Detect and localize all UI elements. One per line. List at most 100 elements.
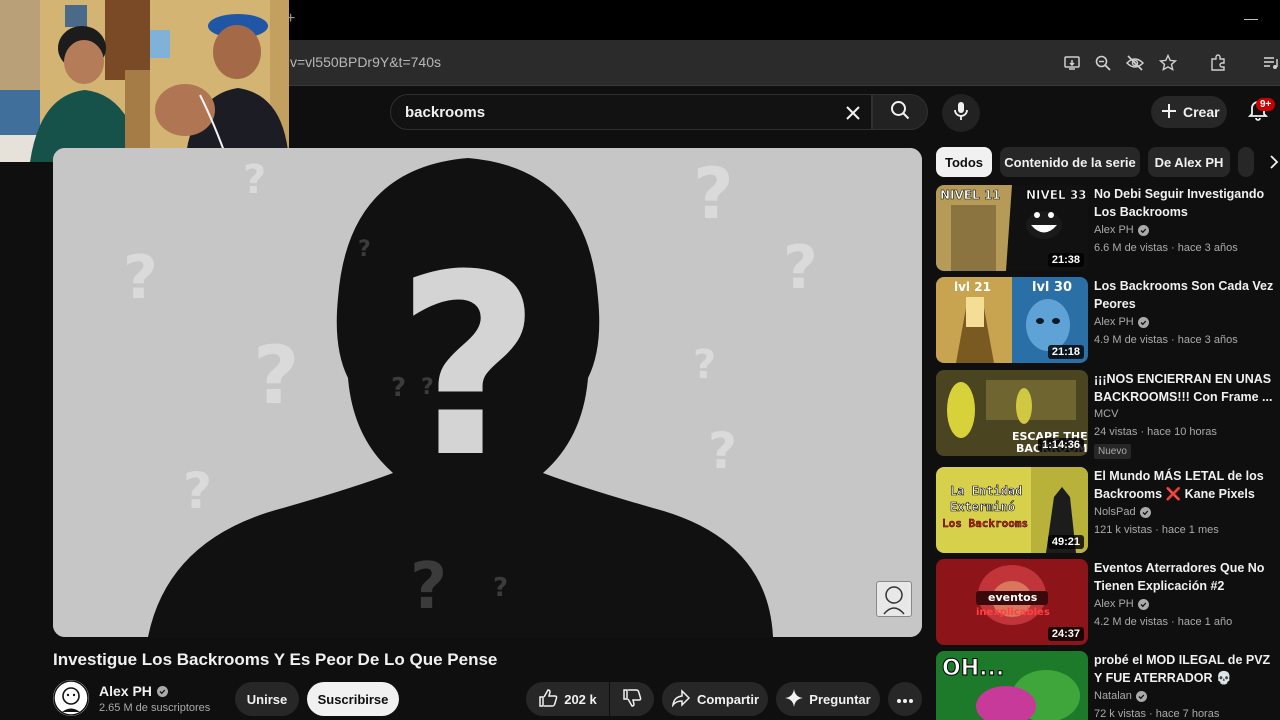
thumb-text: OH... bbox=[942, 656, 1004, 681]
clear-search-icon[interactable] bbox=[841, 101, 865, 125]
thumb-text: eventos bbox=[988, 591, 1038, 604]
video-thumbnail[interactable]: lvl 21 lvl 30 21:18 bbox=[936, 277, 1088, 363]
recommended-video[interactable]: NIVEL 11 NIVEL 33 21:38 No Debi Seguir I… bbox=[936, 185, 1276, 271]
create-button[interactable]: Crear bbox=[1151, 96, 1227, 128]
url-text[interactable]: v=vl550BPDr9Y&t=740s bbox=[290, 54, 441, 70]
subscriber-count: 2.65 M de suscriptores bbox=[99, 702, 211, 714]
video-thumbnail[interactable]: ESCAPE THE BACKROOMS 1:14:36 bbox=[936, 370, 1088, 456]
svg-text:?: ? bbox=[493, 573, 508, 603]
svg-text:?: ? bbox=[693, 153, 734, 235]
recommended-channel[interactable]: MCV bbox=[1094, 408, 1118, 420]
bookmark-star-icon[interactable] bbox=[1157, 52, 1179, 74]
more-horizontal-icon bbox=[896, 692, 914, 707]
recommended-channel[interactable]: NolsPad bbox=[1094, 506, 1151, 518]
recommended-meta: 6.6 M de vistas · hace 3 años bbox=[1094, 242, 1238, 254]
search-button[interactable] bbox=[872, 94, 928, 130]
recommended-title[interactable]: probé el MOD ILEGAL de PVZ Y FUE ATERRAD… bbox=[1094, 651, 1274, 687]
svg-text:?: ? bbox=[396, 221, 541, 512]
verified-check-icon bbox=[1137, 224, 1149, 236]
minimize-button[interactable]: — bbox=[1244, 10, 1258, 26]
thumbs-down-icon bbox=[622, 688, 642, 711]
recommended-channel[interactable]: Alex PH bbox=[1094, 598, 1149, 610]
eye-off-icon[interactable] bbox=[1124, 52, 1146, 74]
svg-text:?: ? bbox=[358, 237, 371, 262]
plus-icon bbox=[1161, 103, 1177, 122]
microphone-icon bbox=[953, 101, 969, 126]
install-app-icon[interactable] bbox=[1061, 52, 1083, 74]
channel-name[interactable]: Alex PH bbox=[99, 683, 168, 699]
video-thumbnail[interactable]: NIVEL 11 NIVEL 33 21:38 bbox=[936, 185, 1088, 271]
verified-check-icon bbox=[1137, 316, 1149, 328]
thumb-text: La Entidad bbox=[950, 484, 1022, 498]
webcam-overlay bbox=[0, 0, 289, 162]
recommended-meta: 121 k vistas · hace 1 mes bbox=[1094, 524, 1219, 536]
search-query-text[interactable]: backrooms bbox=[405, 104, 485, 121]
recommended-title[interactable]: Eventos Aterradores Que No Tienen Explic… bbox=[1094, 559, 1274, 595]
video-player[interactable]: ? ? ? ? ? ? ? ? ? ? ? ? ? ? bbox=[53, 148, 922, 637]
thumb-text: Los Backrooms bbox=[942, 517, 1028, 530]
recommended-channel[interactable]: Natalan bbox=[1094, 690, 1147, 702]
thumb-text: Exterminó bbox=[950, 500, 1015, 514]
media-queue-icon[interactable] bbox=[1260, 52, 1280, 74]
search-icon bbox=[890, 100, 910, 125]
chevron-right-icon[interactable] bbox=[1264, 152, 1280, 172]
channel-name-text[interactable]: Alex PH bbox=[99, 683, 152, 699]
recommended-title[interactable]: El Mundo MÁS LETAL de los Backrooms ❌ Ka… bbox=[1094, 467, 1274, 503]
chip-all[interactable]: Todos bbox=[936, 147, 992, 177]
recommended-title[interactable]: No Debi Seguir Investigando Los Backroom… bbox=[1094, 185, 1274, 221]
recommended-channel-name[interactable]: Alex PH bbox=[1094, 224, 1134, 236]
recommended-title[interactable]: Los Backrooms Son Cada Vez Peores bbox=[1094, 277, 1274, 313]
svg-text:?: ? bbox=[708, 422, 737, 480]
zoom-icon[interactable] bbox=[1092, 52, 1114, 74]
recommended-meta: 4.9 M de vistas · hace 3 años bbox=[1094, 334, 1238, 346]
svg-text:?: ? bbox=[693, 342, 716, 388]
recommended-channel-name[interactable]: Natalan bbox=[1094, 690, 1132, 702]
thumb-text: lvl 30 bbox=[1032, 280, 1072, 295]
recommended-channel[interactable]: Alex PH bbox=[1094, 224, 1149, 236]
notification-count-badge: 9+ bbox=[1256, 98, 1276, 111]
share-button[interactable]: Compartir bbox=[662, 682, 768, 716]
channel-watermark-logo bbox=[876, 581, 912, 617]
dislike-button[interactable] bbox=[610, 682, 654, 716]
recommended-channel-name[interactable]: NolsPad bbox=[1094, 506, 1136, 518]
subscribe-button[interactable]: Suscribirse bbox=[307, 682, 399, 716]
search-input[interactable]: backrooms bbox=[390, 94, 872, 130]
recommended-channel-name[interactable]: Alex PH bbox=[1094, 316, 1134, 328]
chip-series-content[interactable]: Contenido de la serie bbox=[1000, 147, 1140, 177]
like-count: 202 k bbox=[564, 691, 597, 707]
recommended-channel-name[interactable]: MCV bbox=[1094, 408, 1118, 420]
video-thumbnail[interactable]: eventos inexplicables 24:37 bbox=[936, 559, 1088, 645]
ask-button[interactable]: Preguntar bbox=[776, 682, 880, 716]
more-actions-button[interactable] bbox=[888, 682, 922, 716]
create-label: Crear bbox=[1183, 104, 1220, 120]
recommended-meta: 4.2 M de vistas · hace 1 año bbox=[1094, 616, 1233, 628]
svg-text:?: ? bbox=[783, 233, 818, 303]
chip-partial[interactable] bbox=[1238, 147, 1254, 177]
webcam-scene-image bbox=[0, 0, 289, 162]
chip-from-channel[interactable]: De Alex PH bbox=[1148, 147, 1230, 177]
video-frame-silhouette: ? ? ? ? ? ? ? ? ? ? ? ? ? ? bbox=[53, 148, 922, 637]
extensions-icon[interactable] bbox=[1207, 52, 1229, 74]
video-thumbnail[interactable]: La Entidad Exterminó Los Backrooms 49:21 bbox=[936, 467, 1088, 553]
verified-check-icon bbox=[1135, 690, 1147, 702]
recommended-video[interactable]: eventos inexplicables 24:37 Eventos Ater… bbox=[936, 559, 1276, 645]
video-duration: 21:18 bbox=[1047, 345, 1084, 359]
svg-text:?: ? bbox=[243, 157, 266, 203]
channel-avatar[interactable] bbox=[53, 680, 89, 716]
video-thumbnail[interactable]: OH... bbox=[936, 651, 1088, 720]
recommended-title[interactable]: ¡¡¡NOS ENCIERRAN EN UNAS BACKROOMS!!! Co… bbox=[1094, 370, 1274, 406]
voice-search-button[interactable] bbox=[942, 94, 980, 132]
recommended-channel[interactable]: Alex PH bbox=[1094, 316, 1149, 328]
thumbs-up-icon bbox=[538, 688, 558, 711]
recommended-video[interactable]: OH... probé el MOD ILEGAL de PVZ Y FUE A… bbox=[936, 651, 1276, 720]
video-duration: 24:37 bbox=[1047, 627, 1084, 641]
join-button[interactable]: Unirse bbox=[235, 682, 299, 716]
like-button[interactable]: 202 k bbox=[526, 682, 609, 716]
video-duration: 1:14:36 bbox=[1038, 438, 1084, 452]
recommended-channel-name[interactable]: Alex PH bbox=[1094, 598, 1134, 610]
recommended-video[interactable]: La Entidad Exterminó Los Backrooms 49:21… bbox=[936, 467, 1276, 553]
recommended-meta: 72 k vistas · hace 7 horas bbox=[1094, 708, 1220, 720]
recommended-video[interactable]: lvl 21 lvl 30 21:18 Los Backrooms Son Ca… bbox=[936, 277, 1276, 363]
screen: + — v=vl550BPDr9Y&t=740s backrooms Crear… bbox=[0, 0, 1280, 720]
recommended-video[interactable]: ESCAPE THE BACKROOMS 1:14:36 ¡¡¡NOS ENCI… bbox=[936, 370, 1276, 459]
